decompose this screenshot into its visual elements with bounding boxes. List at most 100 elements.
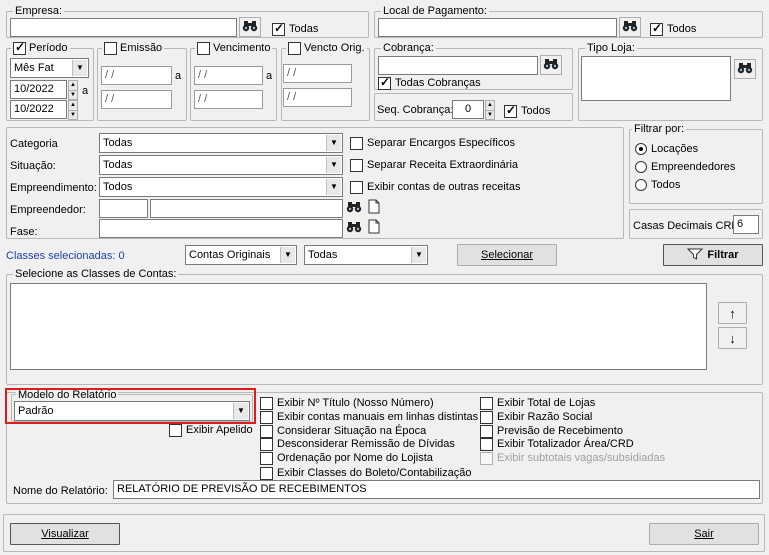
seq-cobranca-spinner[interactable]: ▲ ▼ [485, 100, 495, 120]
empreendimento-select[interactable]: Todos ▼ [99, 177, 343, 197]
filtrar-empreendedores-radio[interactable]: Empreendedores [635, 160, 735, 174]
vencto-orig-from[interactable]: / / [283, 64, 352, 83]
checkbox-icon [480, 424, 493, 438]
emissao-from[interactable]: / / [101, 66, 172, 85]
filtrar-todos-radio[interactable]: Todos [635, 178, 680, 192]
situacao-label: Situação: [10, 160, 56, 172]
checkbox-icon [169, 423, 182, 437]
separar-receita-checkbox[interactable]: Separar Receita Extraordinária [350, 158, 518, 172]
exibir-contas-checkbox[interactable]: Exibir contas de outras receitas [350, 180, 520, 194]
visualizar-button[interactable]: Visualizar [10, 523, 120, 545]
spin-down-icon[interactable]: ▼ [486, 109, 494, 120]
empreendedor-code-input[interactable] [99, 199, 148, 218]
situacao-select[interactable]: Todas ▼ [99, 155, 343, 175]
periodo-date-to[interactable]: 10/2022 [10, 100, 67, 119]
empreendedor-name-input[interactable] [150, 199, 343, 218]
option-contas-manuais-checkbox[interactable]: Exibir contas manuais em linhas distinta… [260, 410, 478, 424]
empreendedor-clear-button[interactable] [366, 199, 382, 217]
option-ordenacao-checkbox[interactable]: Ordenação por Nome do Lojista [260, 451, 433, 465]
nome-relatorio-label: Nome do Relatório: [13, 485, 108, 497]
vencto-orig-checkbox[interactable] [288, 41, 301, 55]
spin-up-icon[interactable]: ▲ [486, 101, 494, 110]
option-situacao-epoca-checkbox[interactable]: Considerar Situação na Época [260, 424, 426, 438]
emissao-to[interactable]: / / [101, 90, 172, 109]
periodo-legend: Período [29, 42, 68, 54]
local-pagamento-search-button[interactable] [619, 17, 641, 37]
empreendimento-value: Todos [103, 181, 133, 193]
option-previsao-checkbox[interactable]: Previsão de Recebimento [480, 424, 623, 438]
option-label: Exibir subtotais vagas/subsidiadas [497, 452, 666, 464]
vencimento-checkbox[interactable] [197, 41, 210, 55]
periodo-date-from[interactable]: 10/2022 [10, 80, 67, 99]
local-pagamento-input[interactable] [378, 18, 617, 37]
option-classes-boleto-checkbox[interactable]: Exibir Classes do Boleto/Contabilização [260, 466, 471, 480]
separar-encargos-label: Separar Encargos Específicos [367, 137, 515, 149]
option-remissao-checkbox[interactable]: Desconsiderar Remissão de Dívidas [260, 437, 455, 451]
empresa-todas-checkbox[interactable]: Todas [272, 21, 318, 36]
cobranca-todas-checkbox[interactable]: Todas Cobranças [378, 75, 481, 90]
classes-listbox[interactable] [10, 283, 707, 370]
fase-clear-button[interactable] [366, 219, 382, 237]
option-total-lojas-checkbox[interactable]: Exibir Total de Lojas [480, 396, 595, 410]
empresa-search-button[interactable] [239, 17, 261, 37]
periodo-date-to-spinner[interactable]: ▲ ▼ [68, 100, 78, 120]
checkbox-icon [350, 158, 363, 172]
periodo-checkbox[interactable] [13, 40, 26, 55]
vencimento-to[interactable]: / / [194, 90, 263, 109]
local-pagamento-todos-checkbox[interactable]: Todos [650, 21, 696, 36]
option-exibir-titulo-checkbox[interactable]: Exibir Nº Título (Nosso Número) [260, 396, 434, 410]
move-down-button[interactable]: ↓ [718, 327, 747, 349]
periodo-date-from-spinner[interactable]: ▲ ▼ [68, 80, 78, 100]
radio-icon [635, 143, 647, 155]
empreendedor-label: Empreendedor: [10, 204, 86, 216]
local-pagamento-legend: Local de Pagamento: [383, 5, 487, 17]
spin-down-icon[interactable]: ▼ [69, 89, 77, 100]
chevron-down-icon: ▼ [280, 247, 295, 263]
seq-cobranca-todos-checkbox[interactable]: Todos [504, 103, 550, 118]
vencto-orig-legend: Vencto Orig. [304, 42, 365, 54]
vencimento-sep: a [266, 70, 273, 82]
vencimento-from[interactable]: / / [194, 66, 263, 85]
chevron-down-icon: ▼ [326, 157, 341, 173]
periodo-select[interactable]: Mês Fat ▼ [10, 58, 89, 78]
filtrar-todos-label: Todos [651, 179, 681, 191]
binoculars-icon [346, 221, 362, 236]
checkbox-icon [260, 424, 273, 438]
vencto-orig-to[interactable]: / / [283, 88, 352, 107]
spin-up-icon[interactable]: ▲ [69, 101, 77, 110]
spin-up-icon[interactable]: ▲ [69, 81, 77, 90]
categoria-select[interactable]: Todas ▼ [99, 133, 343, 153]
cobranca-search-button[interactable] [540, 55, 562, 75]
vencimento-legend: Vencimento [213, 42, 271, 54]
tipo-loja-input[interactable] [581, 56, 731, 101]
tipo-loja-search-button[interactable] [734, 59, 756, 79]
move-up-button[interactable]: ↑ [718, 302, 747, 324]
emissao-checkbox[interactable] [104, 41, 117, 55]
option-totalizador-checkbox[interactable]: Exibir Totalizador Área/CRD [480, 437, 634, 451]
option-label: Exibir Totalizador Área/CRD [497, 438, 634, 450]
nome-relatorio-input[interactable]: RELATÓRIO DE PREVISÃO DE RECEBIMENTOS [113, 480, 760, 499]
spin-down-icon[interactable]: ▼ [69, 109, 77, 120]
fase-search-button[interactable] [346, 219, 362, 237]
casas-decimais-input[interactable]: 6 [733, 215, 759, 234]
seq-cobranca-input[interactable]: 0 [452, 100, 484, 119]
cobranca-input[interactable] [378, 56, 538, 75]
sair-button[interactable]: Sair [649, 523, 759, 545]
classes-todas-select[interactable]: Todas ▼ [304, 245, 428, 265]
checkbox-icon [260, 466, 273, 480]
new-document-icon [368, 199, 380, 217]
fase-input[interactable] [99, 219, 343, 238]
empresa-input[interactable] [10, 18, 237, 37]
separar-encargos-checkbox[interactable]: Separar Encargos Específicos [350, 136, 515, 150]
empreendedor-search-button[interactable] [346, 199, 362, 217]
exibir-apelido-checkbox[interactable]: Exibir Apelido [169, 423, 253, 437]
filtrar-locacoes-radio[interactable]: Locações [635, 142, 698, 156]
casas-decimais-label: Casas Decimais CRD [633, 220, 740, 232]
filtrar-por-legend: Filtrar por: [634, 123, 685, 135]
selecionar-button[interactable]: Selecionar [457, 244, 557, 266]
filtrar-button[interactable]: Filtrar [663, 244, 763, 266]
option-razao-social-checkbox[interactable]: Exibir Razão Social [480, 410, 592, 424]
binoculars-icon [737, 62, 753, 77]
classes-contas-select[interactable]: Contas Originais ▼ [185, 245, 297, 265]
visualizar-label: Visualizar [41, 528, 89, 540]
